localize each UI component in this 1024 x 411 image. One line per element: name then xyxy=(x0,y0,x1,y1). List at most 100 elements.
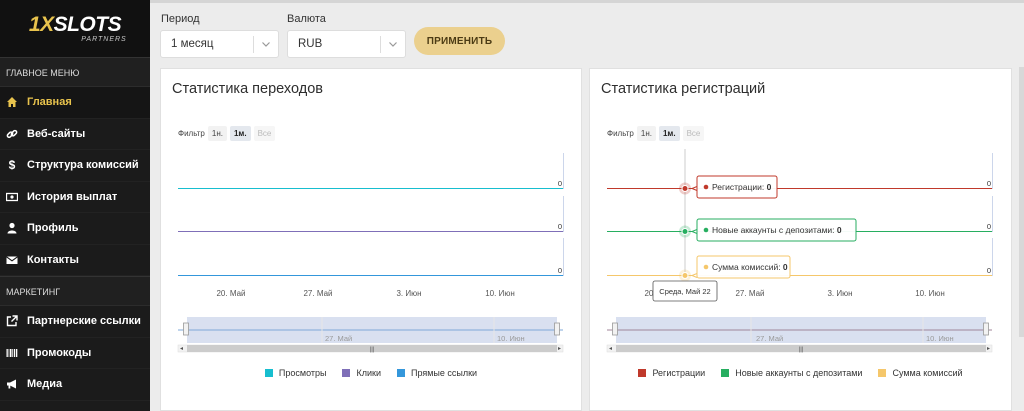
filters-bar: Период 1 месяц Валюта RUB ПРИМЕНИТЬ xyxy=(150,3,1024,67)
sidebar-item-label: Профиль xyxy=(27,222,79,235)
series-end-label: 0 xyxy=(987,179,991,188)
hover-point xyxy=(681,272,689,279)
select-separator xyxy=(253,36,254,53)
sidebar-item-home[interactable]: Главная xyxy=(0,87,150,119)
legend-label: Клики xyxy=(356,368,381,378)
navigator-handle[interactable] xyxy=(183,322,189,336)
chart-legend: Регистрации Новые аккаунты с депозитами … xyxy=(590,368,1011,378)
sidebar-item-promocodes[interactable]: Промокоды xyxy=(0,337,150,369)
link-icon xyxy=(6,128,18,140)
x-tick-label: 3. Июн xyxy=(827,289,852,298)
barcode-icon xyxy=(6,347,18,359)
sidebar-item-label: Медиа xyxy=(27,378,63,391)
navigator-tick-label: 27. Май xyxy=(325,334,352,343)
money-icon xyxy=(6,191,18,203)
currency-value: RUB xyxy=(298,38,323,50)
navigator-tick-label: 10. Июн xyxy=(926,334,954,343)
sidebar-item-label: Контакты xyxy=(27,253,79,266)
navigator-handle[interactable] xyxy=(983,322,989,336)
marketing-header: МАРКЕТИНГ xyxy=(0,276,150,306)
logo-text: 1XSLOTS xyxy=(28,13,122,36)
navigator-handle[interactable] xyxy=(554,322,560,336)
sidebar-item-payout-history[interactable]: История выплат xyxy=(0,181,150,213)
sidebar-item-partner-links[interactable]: Партнерские ссылки xyxy=(0,306,150,338)
navigator-handle[interactable] xyxy=(612,322,618,336)
tooltip-label: Сумма комиссий: 0 xyxy=(712,262,788,272)
hover-point xyxy=(681,185,689,192)
legend-item-registrations[interactable]: Регистрации xyxy=(638,368,705,378)
legend-item-views[interactable]: Просмотры xyxy=(264,368,327,378)
tooltip-pointer xyxy=(690,186,698,191)
megaphone-icon xyxy=(6,378,18,390)
logo-main: SLOTS xyxy=(53,13,122,36)
page-scrollbar[interactable] xyxy=(1019,67,1024,337)
chevron-down-icon xyxy=(262,42,270,47)
navigator-tick-label: 27. Май xyxy=(756,334,783,343)
sidebar-item-profile[interactable]: Профиль xyxy=(0,213,150,245)
period-label: Период xyxy=(161,13,200,25)
sidebar-item-label: История выплат xyxy=(27,190,118,203)
transitions-chart[interactable]: 0 0 0 20. Май 27. Май 3. Июн 10. Июн 27. Май 10.… xyxy=(161,69,583,411)
series-end-label: 0 xyxy=(987,222,991,231)
logo[interactable]: 1XSLOTS PARTNERS xyxy=(0,0,150,57)
envelope-icon xyxy=(6,254,18,266)
legend-label: Регистрации xyxy=(652,368,706,378)
legend-label: Просмотры xyxy=(278,368,327,378)
sidebar-item-websites[interactable]: Веб-сайты xyxy=(0,118,150,150)
apply-button[interactable]: ПРИМЕНИТЬ xyxy=(414,27,505,55)
external-link-icon xyxy=(6,315,18,327)
logo-sub: PARTNERS xyxy=(81,36,127,43)
x-tick-label: 20. Май xyxy=(216,289,245,298)
sidebar-item-label: Структура комиссий xyxy=(27,159,139,172)
sidebar-item-label: Веб-сайты xyxy=(27,127,86,140)
tooltip-value: 0 xyxy=(783,262,788,272)
tooltip-bullet xyxy=(703,184,709,190)
series-end-label: 0 xyxy=(558,179,562,188)
legend-item-new-deposit-accounts[interactable]: Новые аккаунты с депозитами xyxy=(721,368,862,378)
registrations-chart[interactable]: 00020. 27. Май 3. Июн 10. Июн27. Май 10. Июн… xyxy=(590,69,1013,411)
period-select[interactable]: 1 месяц xyxy=(160,30,279,58)
main-menu-header: ГЛАВНОЕ МЕНЮ xyxy=(0,57,150,87)
legend-swatch xyxy=(638,369,647,377)
legend-swatch xyxy=(264,369,273,377)
currency-select[interactable]: RUB xyxy=(287,30,406,58)
x-tick-label: 27. Май xyxy=(303,289,332,298)
legend-item-direct-links[interactable]: Прямые ссылки xyxy=(396,368,478,378)
legend-label: Новые аккаунты с депозитами xyxy=(735,368,863,378)
tooltip-value: 0 xyxy=(767,182,772,192)
tooltip-pointer xyxy=(690,229,698,234)
legend-item-clicks[interactable]: Клики xyxy=(342,368,381,378)
scrollbar-grip: ||| xyxy=(799,347,804,353)
scrollbar-grip: ||| xyxy=(370,347,375,353)
tooltip-value: 0 xyxy=(837,225,842,235)
series-end-label: 0 xyxy=(987,266,991,275)
legend-swatch xyxy=(342,369,351,377)
sidebar-item-label: Партнерские ссылки xyxy=(27,315,141,328)
legend-item-commission-sum[interactable]: Сумма комиссий xyxy=(878,368,963,378)
navigator-tick-label: 10. Июн xyxy=(497,334,525,343)
x-tick-label: 27. Май xyxy=(735,289,764,298)
user-icon xyxy=(6,222,18,234)
sidebar-item-contacts[interactable]: Контакты xyxy=(0,244,150,276)
sidebar-item-commission-structure[interactable]: $ Структура комиссий xyxy=(0,150,150,182)
registrations-panel: Статистика регистраций Фильтр 1н. 1м. Вс… xyxy=(589,68,1012,411)
legend-swatch xyxy=(721,369,730,377)
dollar-icon: $ xyxy=(8,158,16,173)
transitions-panel: Статистика переходов Фильтр 1н. 1м. Все … xyxy=(160,68,582,411)
currency-label: Валюта xyxy=(287,13,326,25)
x-tick-label: 10. Июн xyxy=(485,289,515,298)
sidebar-item-media[interactable]: Медиа xyxy=(0,369,150,401)
home-icon xyxy=(6,96,18,108)
date-tooltip-label: Среда, Май 22 xyxy=(659,287,710,296)
tooltip-pointer xyxy=(690,273,698,278)
legend-swatch xyxy=(878,369,887,377)
tooltip-label: Регистрации: 0 xyxy=(712,182,772,192)
logo-prefix: 1X xyxy=(28,13,54,36)
chart-legend: Просмотры Клики Прямые ссылки xyxy=(161,368,581,378)
legend-label: Прямые ссылки xyxy=(410,368,478,378)
series-end-label: 0 xyxy=(558,266,562,275)
hover-point xyxy=(681,228,689,235)
x-tick-label: 3. Июн xyxy=(396,289,421,298)
sidebar-item-label: Главная xyxy=(27,96,72,109)
tooltip-label: Новые аккаунты с депозитами: 0 xyxy=(712,225,842,235)
